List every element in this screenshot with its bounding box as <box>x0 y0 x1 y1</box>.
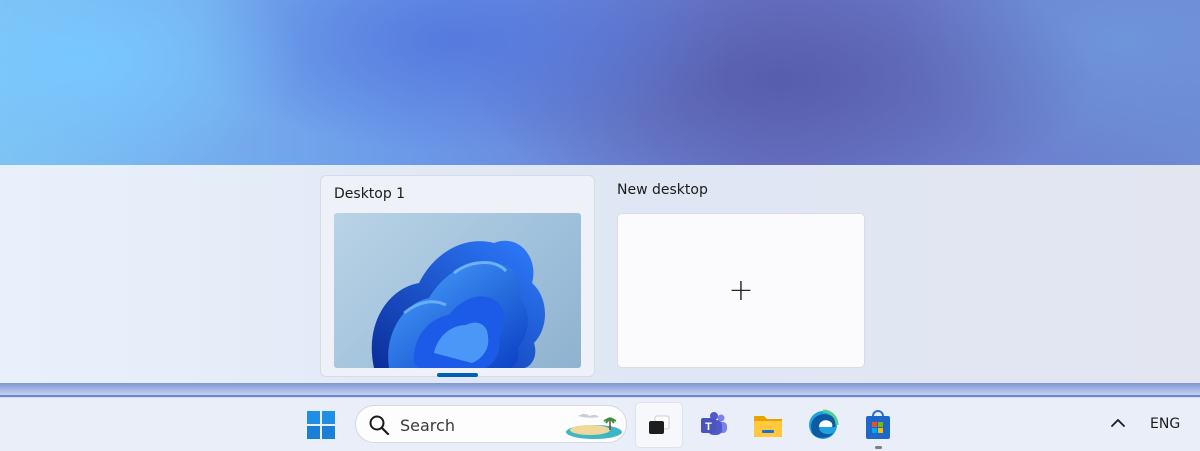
new-desktop-title: New desktop <box>617 182 708 198</box>
file-explorer-button[interactable] <box>748 405 788 445</box>
teams-icon: T <box>701 412 727 435</box>
store-running-indicator <box>875 446 882 449</box>
svg-text:T: T <box>705 421 712 433</box>
active-desktop-indicator <box>437 373 478 377</box>
search-highlight-icon <box>566 414 622 439</box>
desktop-1-thumbnail[interactable] <box>334 213 581 368</box>
store-button[interactable] <box>858 405 898 445</box>
plus-icon: + <box>728 272 754 308</box>
search-icon <box>369 415 390 436</box>
desktop-wallpaper <box>0 0 1200 170</box>
taskbar: Search T ENG <box>0 397 1200 451</box>
new-desktop-button[interactable]: + <box>617 213 865 368</box>
virtual-desktops-bar <box>0 165 1200 383</box>
start-button[interactable] <box>301 405 341 445</box>
windows-logo-icon <box>307 411 335 439</box>
teams-button[interactable]: T <box>694 405 734 445</box>
task-view-button[interactable] <box>635 402 683 448</box>
search-box[interactable]: Search <box>355 405 627 443</box>
desktop-1-card[interactable]: Desktop 1 <box>320 175 595 377</box>
chevron-up-icon <box>1111 419 1125 427</box>
edge-icon <box>809 409 839 439</box>
bloom-wallpaper-image <box>371 240 546 368</box>
wallpaper-edge <box>0 383 1200 395</box>
folder-icon <box>754 416 782 437</box>
edge-button[interactable] <box>803 405 843 445</box>
task-view-icon <box>649 415 670 434</box>
language-indicator[interactable]: ENG <box>1150 416 1180 432</box>
store-icon <box>866 410 890 439</box>
desktop-1-title: Desktop 1 <box>334 186 406 202</box>
search-label: Search <box>400 416 455 435</box>
show-hidden-icons-button[interactable] <box>1106 413 1130 433</box>
